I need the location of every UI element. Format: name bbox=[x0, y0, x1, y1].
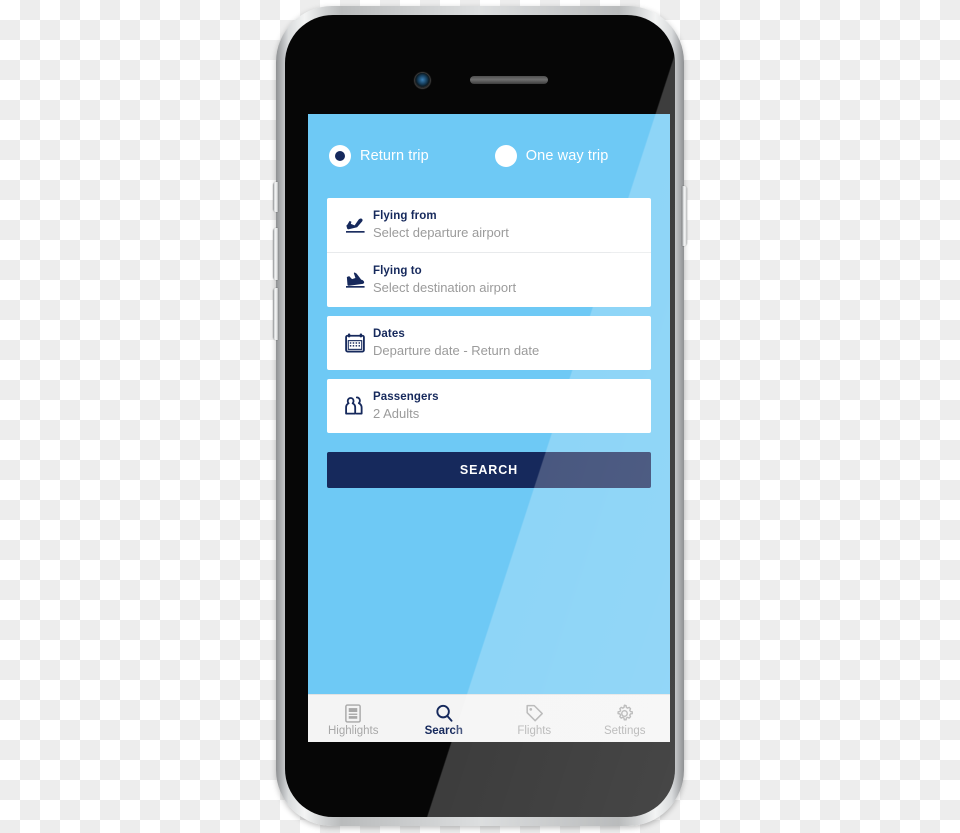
volume-up-button[interactable] bbox=[273, 228, 278, 280]
radio-selected-icon[interactable] bbox=[329, 145, 351, 167]
nav-item-highlights[interactable]: Highlights bbox=[308, 695, 399, 742]
airports-card: Flying from Select departure airport Fly… bbox=[327, 198, 651, 307]
field-dates-text: Dates Departure date - Return date bbox=[373, 328, 539, 359]
app-content: Return trip One way trip Flying from Sel… bbox=[308, 114, 670, 694]
field-dates-value: Departure date - Return date bbox=[373, 343, 540, 359]
gear-icon bbox=[615, 703, 634, 724]
field-flying-from-value: Select departure airport bbox=[373, 225, 509, 241]
field-flying-to[interactable]: Flying to Select destination airport bbox=[327, 252, 651, 307]
field-passengers-value: 2 Adults bbox=[373, 406, 420, 422]
calendar-icon bbox=[337, 333, 373, 353]
volume-down-button[interactable] bbox=[273, 288, 278, 340]
search-button[interactable]: SEARCH bbox=[327, 452, 651, 488]
field-passengers-text: Passengers 2 Adults bbox=[373, 391, 439, 422]
trip-type-return-trip[interactable]: Return trip bbox=[329, 145, 429, 167]
field-flying-from[interactable]: Flying from Select departure airport bbox=[327, 198, 651, 252]
field-dates[interactable]: Dates Departure date - Return date bbox=[327, 316, 651, 370]
nav-item-settings-label: Settings bbox=[603, 724, 646, 737]
nav-item-flights-label: Flights bbox=[517, 724, 552, 737]
screenshot-stage: Return trip One way trip Flying from Sel… bbox=[0, 0, 960, 833]
nav-item-flights[interactable]: Flights bbox=[489, 695, 580, 742]
silent-switch[interactable] bbox=[273, 182, 278, 212]
passengers-card: Passengers 2 Adults bbox=[327, 379, 651, 433]
plane-takeoff-icon bbox=[337, 216, 373, 235]
search-icon bbox=[435, 703, 453, 724]
field-flying-from-title: Flying from bbox=[373, 209, 437, 222]
dates-card: Dates Departure date - Return date bbox=[327, 316, 651, 370]
field-flying-from-text: Flying from Select departure airport bbox=[373, 210, 509, 241]
trip-type-one-way-trip[interactable]: One way trip bbox=[494, 145, 609, 167]
trip-type-group: Return trip One way trip bbox=[327, 114, 651, 198]
passengers-icon bbox=[337, 396, 373, 416]
tag-icon bbox=[525, 703, 544, 724]
nav-item-search[interactable]: Search bbox=[399, 695, 490, 742]
phone-device-frame: Return trip One way trip Flying from Sel… bbox=[273, 6, 687, 826]
radio-unselected-icon[interactable] bbox=[494, 145, 517, 167]
nav-item-settings[interactable]: Settings bbox=[580, 695, 671, 742]
phone-bezel: Return trip One way trip Flying from Sel… bbox=[285, 15, 675, 817]
bottom-navigation-bar: Highlights Search Flights Settings bbox=[308, 694, 670, 742]
power-button[interactable] bbox=[682, 186, 687, 246]
field-passengers[interactable]: Passengers 2 Adults bbox=[327, 379, 651, 433]
trip-type-one-way-trip-label: One way trip bbox=[525, 148, 609, 164]
nav-item-highlights-label: Highlights bbox=[328, 724, 379, 737]
field-flying-to-title: Flying to bbox=[373, 264, 422, 277]
earpiece-speaker-icon bbox=[470, 76, 548, 84]
phone-screen: Return trip One way trip Flying from Sel… bbox=[308, 114, 670, 742]
field-flying-to-value: Select destination airport bbox=[373, 280, 517, 296]
field-passengers-title: Passengers bbox=[373, 390, 439, 403]
field-dates-title: Dates bbox=[373, 327, 405, 340]
plane-landing-icon bbox=[337, 271, 373, 290]
front-camera-icon bbox=[415, 73, 430, 88]
trip-type-return-trip-label: Return trip bbox=[360, 148, 429, 164]
field-flying-to-text: Flying to Select destination airport bbox=[373, 265, 516, 296]
nav-item-search-label: Search bbox=[424, 724, 463, 737]
highlights-icon bbox=[345, 703, 362, 724]
